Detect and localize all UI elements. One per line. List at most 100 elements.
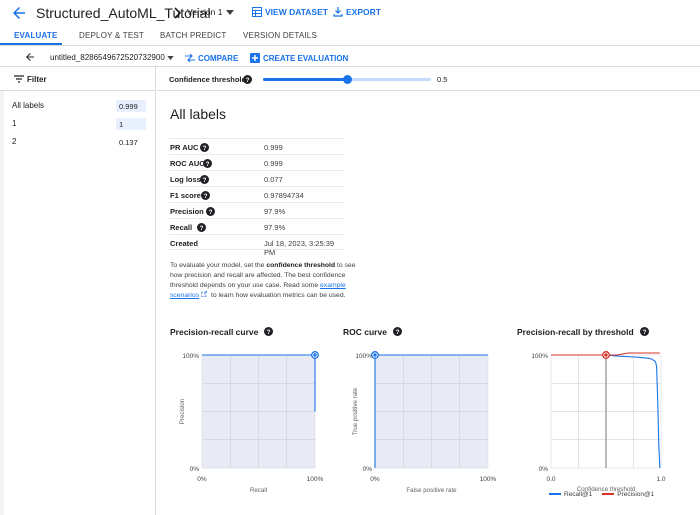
model-select[interactable]: untitled_8286549672520732900 [50, 53, 165, 62]
metric-value: 0.999 [264, 143, 283, 152]
metric-row: F1 score? 0.97894734 [169, 186, 345, 202]
metric-row: ROC AUC? 0.999 [169, 154, 345, 170]
pr-curve-title: Precision-recall curve? [170, 326, 274, 337]
legend-item: Precision@1 [602, 491, 654, 498]
pr-curve-chart: 100% 0% 0% 100% Recall Precision [179, 351, 324, 494]
x-tick-label: 0.0 [546, 476, 555, 483]
label-sidebar: Filter All labels 0.999 1 1 2 0.137 [0, 67, 156, 515]
help-icon[interactable]: ? [197, 223, 206, 232]
svg-text:?: ? [206, 161, 210, 168]
metric-name: PR AUC [170, 143, 199, 152]
y-tick-label: 0% [363, 466, 373, 473]
x-axis-label: False positive rate [406, 487, 457, 494]
chart-legend: Recall@1 Precision@1 [549, 491, 654, 498]
table-icon [252, 7, 262, 17]
arrow-back-icon[interactable] [10, 4, 28, 22]
label-item-1[interactable]: 1 1 [12, 118, 148, 130]
metric-row: Log loss? 0.077 [169, 170, 345, 186]
label-item-name: 2 [12, 137, 17, 146]
version-select[interactable]: Version 1 [187, 7, 222, 17]
description-bold: confidence threshold [266, 262, 336, 269]
help-icon[interactable]: ? [201, 191, 210, 200]
metric-value: Jul 18, 2023, 3:25:39 PM [264, 239, 335, 257]
threshold-slider[interactable] [263, 75, 431, 84]
tab-evaluate[interactable]: EVALUATE [14, 31, 58, 40]
app-header: Structured_AutoML_Tutorial Version 1 VIE… [0, 0, 700, 26]
export-label: EXPORT [346, 7, 381, 17]
legend-label: Recall@1 [564, 491, 593, 498]
y-tick-label: 0% [190, 466, 200, 473]
help-icon[interactable]: ? [200, 175, 209, 184]
curve-point-center [313, 353, 317, 357]
roc-curve-title: ROC curve? [343, 326, 402, 337]
help-icon[interactable]: ? [639, 327, 649, 336]
svg-text:?: ? [200, 225, 204, 232]
tab-deploy-test[interactable]: DEPLOY & TEST [79, 31, 144, 40]
x-tick-label: 1.0 [656, 476, 665, 483]
legend-swatch [549, 493, 561, 496]
label-item-2[interactable]: 2 0.137 [12, 136, 148, 148]
x-axis-label: Recall [250, 487, 267, 494]
x-tick-label: 0% [197, 476, 207, 483]
metrics-table: PR AUC? 0.999 ROC AUC? 0.999 Log loss? 0.077 F… [169, 138, 345, 257]
svg-text:?: ? [246, 77, 250, 84]
tab-version-details[interactable]: VERSION DETAILS [243, 31, 317, 40]
model-toolbar: untitled_8286549672520732900 COMPARE CRE… [0, 47, 700, 67]
y-tick-label: 0% [539, 466, 549, 473]
x-tick-label: 100% [307, 476, 324, 483]
caret-down-icon[interactable] [226, 10, 234, 15]
help-icon[interactable]: ? [243, 75, 252, 84]
svg-text:?: ? [642, 329, 646, 336]
label-item-value: 0.137 [116, 136, 146, 148]
help-icon[interactable]: ? [206, 207, 215, 216]
help-icon[interactable]: ? [200, 143, 209, 152]
label-item-all[interactable]: All labels 0.999 [12, 100, 148, 112]
metric-row: Created Jul 18, 2023, 3:25:39 PM [169, 234, 345, 257]
create-evaluation-button[interactable]: CREATE EVALUATION [250, 53, 348, 63]
filter-button[interactable]: Filter [0, 67, 156, 91]
metric-value: 0.077 [264, 175, 283, 184]
help-icon[interactable]: ? [203, 159, 212, 168]
metric-value: 97.9% [264, 207, 286, 216]
export-icon [333, 7, 343, 17]
label-item-value: 0.999 [116, 100, 146, 112]
help-icon[interactable]: ? [392, 327, 402, 336]
arrow-back-icon[interactable] [24, 51, 36, 63]
legend-swatch [602, 493, 615, 496]
threshold-slider-fill [263, 78, 347, 81]
description-text: to learn how evaluation metrics can be u… [209, 292, 346, 299]
help-icon[interactable]: ? [264, 327, 274, 336]
pr-threshold-title-text: Precision-recall by threshold [517, 327, 634, 337]
pr-curve-title-text: Precision-recall curve [170, 327, 259, 337]
tab-batch-predict[interactable]: BATCH PREDICT [160, 31, 226, 40]
threshold-label: Confidence threshold [169, 75, 247, 84]
view-dataset-label: VIEW DATASET [265, 7, 328, 17]
legend-label: Precision@1 [617, 491, 655, 498]
compare-arrows-icon [185, 53, 195, 63]
export-button[interactable]: EXPORT [333, 7, 381, 17]
threshold-value: 0.5 [437, 75, 448, 84]
section-title: All labels [170, 106, 227, 122]
sidebar-rail [0, 91, 4, 515]
metric-name: Created [170, 239, 198, 248]
y-axis-label: Precision [179, 398, 186, 424]
metric-value: 0.97894734 [264, 191, 304, 200]
open-in-new-icon[interactable] [200, 290, 208, 298]
svg-text:?: ? [203, 177, 207, 184]
svg-text:?: ? [209, 209, 213, 216]
caret-down-icon[interactable] [167, 56, 174, 60]
compare-button[interactable]: COMPARE [185, 53, 238, 63]
filter-icon [14, 75, 24, 83]
tab-bar: EVALUATE DEPLOY & TEST BATCH PREDICT VER… [0, 26, 700, 46]
x-tick-label: 100% [480, 476, 497, 483]
metric-name: Log loss [170, 175, 201, 184]
x-tick-label: 0% [370, 476, 380, 483]
compare-label: COMPARE [198, 53, 239, 63]
metric-row: Recall? 97.9% [169, 218, 345, 234]
svg-text:?: ? [204, 193, 208, 200]
metric-name: Recall [170, 223, 193, 232]
view-dataset-button[interactable]: VIEW DATASET [252, 7, 328, 17]
legend-item: Recall@1 [549, 491, 592, 498]
threshold-slider-thumb[interactable] [342, 75, 352, 84]
metric-row: Precision? 97.9% [169, 202, 345, 218]
